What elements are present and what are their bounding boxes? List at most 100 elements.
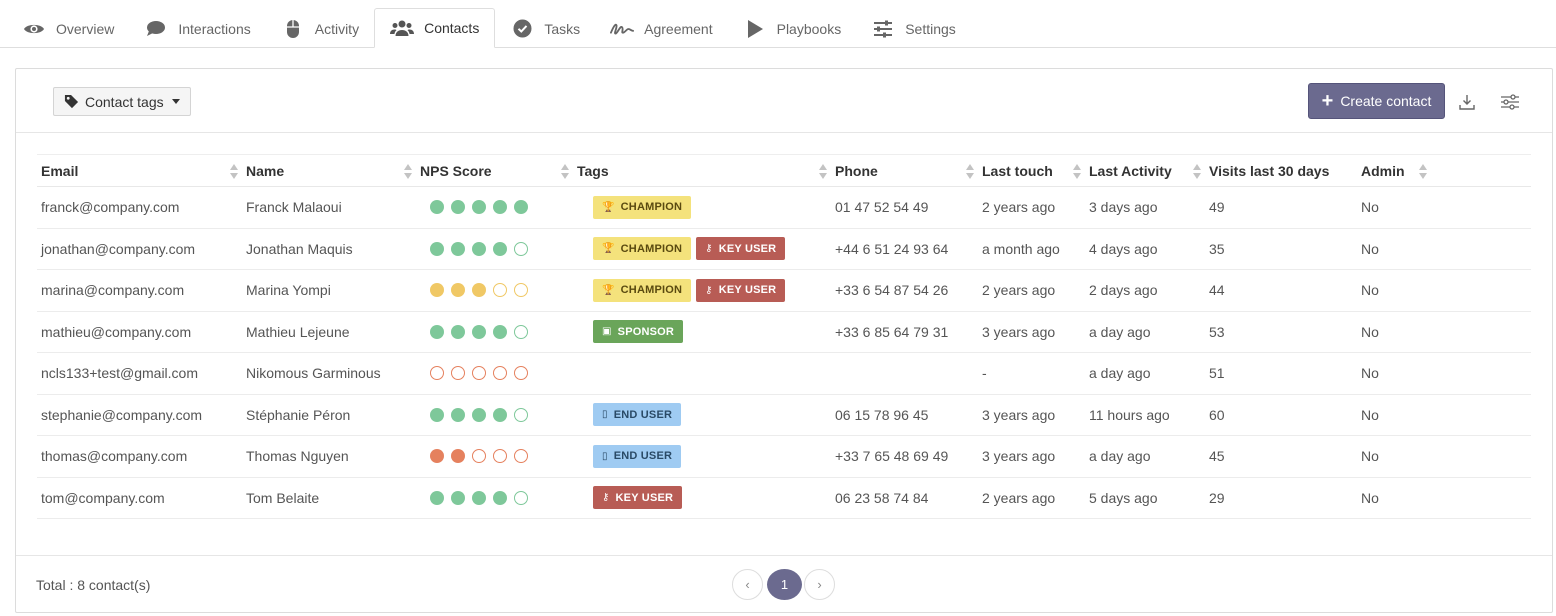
cell-email: stephanie@company.com [41,406,203,423]
cell-email: jonathan@company.com [41,240,196,257]
tab-label: Interactions [178,20,251,37]
create-contact-label: Create contact [1340,93,1432,109]
cell-name: Tom Belaite [246,489,320,506]
tab-settings[interactable]: Settings [856,9,971,48]
column-header-last-activity[interactable]: Last Activity [1085,155,1205,186]
key-icon: ⚷ [602,492,610,504]
cell-phone: +33 7 65 48 69 49 [835,448,949,465]
tab-overview[interactable]: Overview [7,9,129,48]
cell-last-touch: 2 years ago [982,282,1056,299]
nps-dot-filled [493,407,507,422]
tag-label: SPONSOR [617,325,675,338]
nps-dot-filled [451,490,465,505]
cell-name: Marina Yompi [246,282,331,299]
trophy-icon: 🏆 [602,284,615,296]
tag-label: END USER [613,408,673,421]
tab-interactions[interactable]: Interactions [129,9,265,48]
sort-icon[interactable] [404,164,412,180]
tab-contacts[interactable]: Contacts [374,8,496,48]
column-header-label: Last touch [982,162,1053,179]
cell-tags: 🏆 CHAMPION ⚷ KEY USER [573,237,831,261]
sort-icon[interactable] [1073,164,1081,180]
contacts-table: Email Name NPS Score Tags Phone Last touch Las… [37,154,1531,519]
tab-playbooks[interactable]: Playbooks [728,9,857,48]
table-row[interactable]: thomas@company.com Thomas Nguyen ▯ END USER… [37,436,1531,478]
sort-icon[interactable] [819,164,827,180]
tab-activity[interactable]: Activity [266,9,374,48]
column-header-phone[interactable]: Phone [831,155,978,186]
cell-visits: 53 [1209,323,1225,340]
chevron-down-icon [171,99,180,104]
column-header-email[interactable]: Email [37,155,242,186]
tag-badge-key-user: ⚷ KEY USER [696,237,786,261]
cell-visits: 29 [1209,489,1225,506]
table-body: franck@company.com Franck Malaoui 🏆 CHAMPIO… [37,187,1531,519]
column-header-nps-score[interactable]: NPS Score [416,155,573,186]
table-row[interactable]: mathieu@company.com Mathieu Lejeune ▣ SPONS… [37,312,1531,353]
cell-phone: +33 6 85 64 79 31 [835,323,949,340]
tag-badge-champion: 🏆 CHAMPION [593,195,692,219]
cell-last-activity: 5 days ago [1089,489,1158,506]
table-row[interactable]: marina@company.com Marina Yompi 🏆 CHAMPION ⚷… [37,270,1531,312]
table-row[interactable]: jonathan@company.com Jonathan Maquis 🏆 CHAM… [37,229,1531,270]
tag-label: KEY USER [718,284,777,297]
cell-last-activity: 4 days ago [1089,240,1158,257]
nps-dot-filled [451,283,465,298]
column-header-admin[interactable]: Admin [1357,155,1431,186]
tag-label: KEY USER [718,242,777,255]
sort-icon[interactable] [230,164,238,180]
tag-label: CHAMPION [620,284,683,297]
nps-dot-filled [430,283,444,298]
column-header-name[interactable]: Name [242,155,416,186]
create-contact-button[interactable]: + Create contact [1308,83,1445,119]
tab-label: Overview [56,20,115,37]
contact-tags-dropdown[interactable]: Contact tags [53,87,191,116]
tab-tasks[interactable]: Tasks [495,9,595,48]
nps-dot-filled [514,200,528,215]
tag-label: CHAMPION [620,201,683,214]
cell-last-touch: 3 years ago [982,406,1056,423]
tag-badge-end-user: ▯ END USER [593,403,682,427]
money-icon: ▣ [602,326,612,338]
page-1-button[interactable]: 1 [767,569,802,600]
column-header-visits-last-30-days[interactable]: Visits last 30 days [1205,155,1357,186]
cell-visits: 35 [1209,240,1225,257]
sliders-icon [871,19,895,39]
next-page-button[interactable]: › [804,569,835,600]
download-button[interactable] [1456,91,1478,113]
cell-tags: ⚷ KEY USER [573,486,831,510]
prev-page-button[interactable]: ‹ [732,569,763,600]
nps-dot-filled [472,407,486,422]
table-row[interactable]: stephanie@company.com Stéphanie Péron ▯ END… [37,395,1531,436]
tab-agreement[interactable]: Agreement [595,9,727,48]
nps-dot-empty [451,366,465,381]
nps-dot-empty [430,366,444,381]
column-settings-button[interactable] [1499,91,1521,113]
table-row[interactable]: ncls133+test@gmail.com Nikomous Garminous… [37,353,1531,395]
cell-last-touch: 3 years ago [982,323,1056,340]
nps-dot-empty [514,283,528,298]
column-header-tags[interactable]: Tags [573,155,831,186]
mobile-icon: ▯ [602,450,608,462]
tag-badge-key-user: ⚷ KEY USER [593,486,683,510]
sort-icon[interactable] [1419,164,1427,180]
column-header-label: Email [41,162,79,179]
nps-dot-filled [451,407,465,422]
cell-email: marina@company.com [41,282,185,299]
sort-icon[interactable] [561,164,569,180]
nps-dot-filled [430,490,444,505]
column-header-last-touch[interactable]: Last touch [978,155,1085,186]
table-row[interactable]: tom@company.com Tom Belaite ⚷ KEY USER 06 23… [37,478,1531,519]
cell-email: franck@company.com [41,199,180,216]
nps-dot-empty [514,241,528,256]
cell-phone: +33 6 54 87 54 26 [835,282,949,299]
tab-label: Activity [314,20,360,37]
nps-dot-filled [493,241,507,256]
cell-name: Thomas Nguyen [246,448,349,465]
cell-visits: 45 [1209,448,1225,465]
nps-dot-filled [451,324,465,339]
sort-icon[interactable] [966,164,974,180]
table-row[interactable]: franck@company.com Franck Malaoui 🏆 CHAMPIO… [37,187,1531,229]
sort-icon[interactable] [1193,164,1201,180]
signature-icon [610,19,635,39]
